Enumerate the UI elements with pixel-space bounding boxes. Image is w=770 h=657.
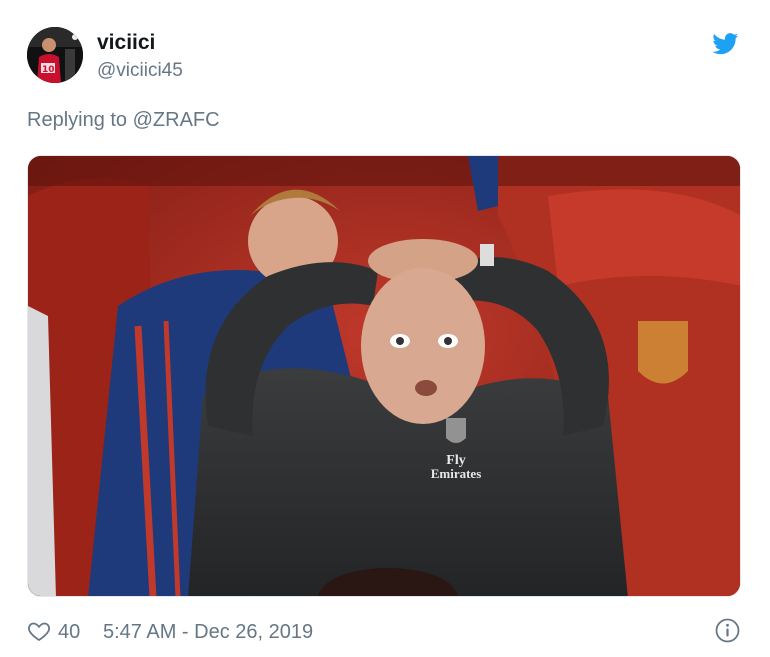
like-count: 40 — [58, 621, 81, 643]
replying-to[interactable]: Replying to @ZRAFC — [27, 108, 220, 132]
photo-illustration: Fly Emirates — [28, 156, 740, 596]
author-display-name[interactable]: viciici — [97, 31, 155, 55]
svg-text:Emirates: Emirates — [431, 466, 482, 481]
info-icon[interactable] — [715, 618, 740, 643]
tweet-photo[interactable]: Fly Emirates — [27, 155, 741, 597]
tweet-footer: 40 5:47 AM - Dec 26, 2019 — [27, 618, 741, 644]
avatar[interactable]: 10 — [27, 27, 83, 83]
tweet-card: 10 viciici @viciici45 Replying to @ZRAFC — [0, 0, 770, 657]
author-handle[interactable]: @viciici45 — [97, 60, 183, 82]
tweet-timestamp[interactable]: 5:47 AM - Dec 26, 2019 — [103, 620, 313, 644]
svg-text:10: 10 — [42, 65, 55, 75]
twitter-bird-icon[interactable] — [712, 33, 739, 55]
player-avatar-icon: 10 — [27, 27, 83, 83]
heart-outline-icon[interactable] — [27, 619, 51, 643]
